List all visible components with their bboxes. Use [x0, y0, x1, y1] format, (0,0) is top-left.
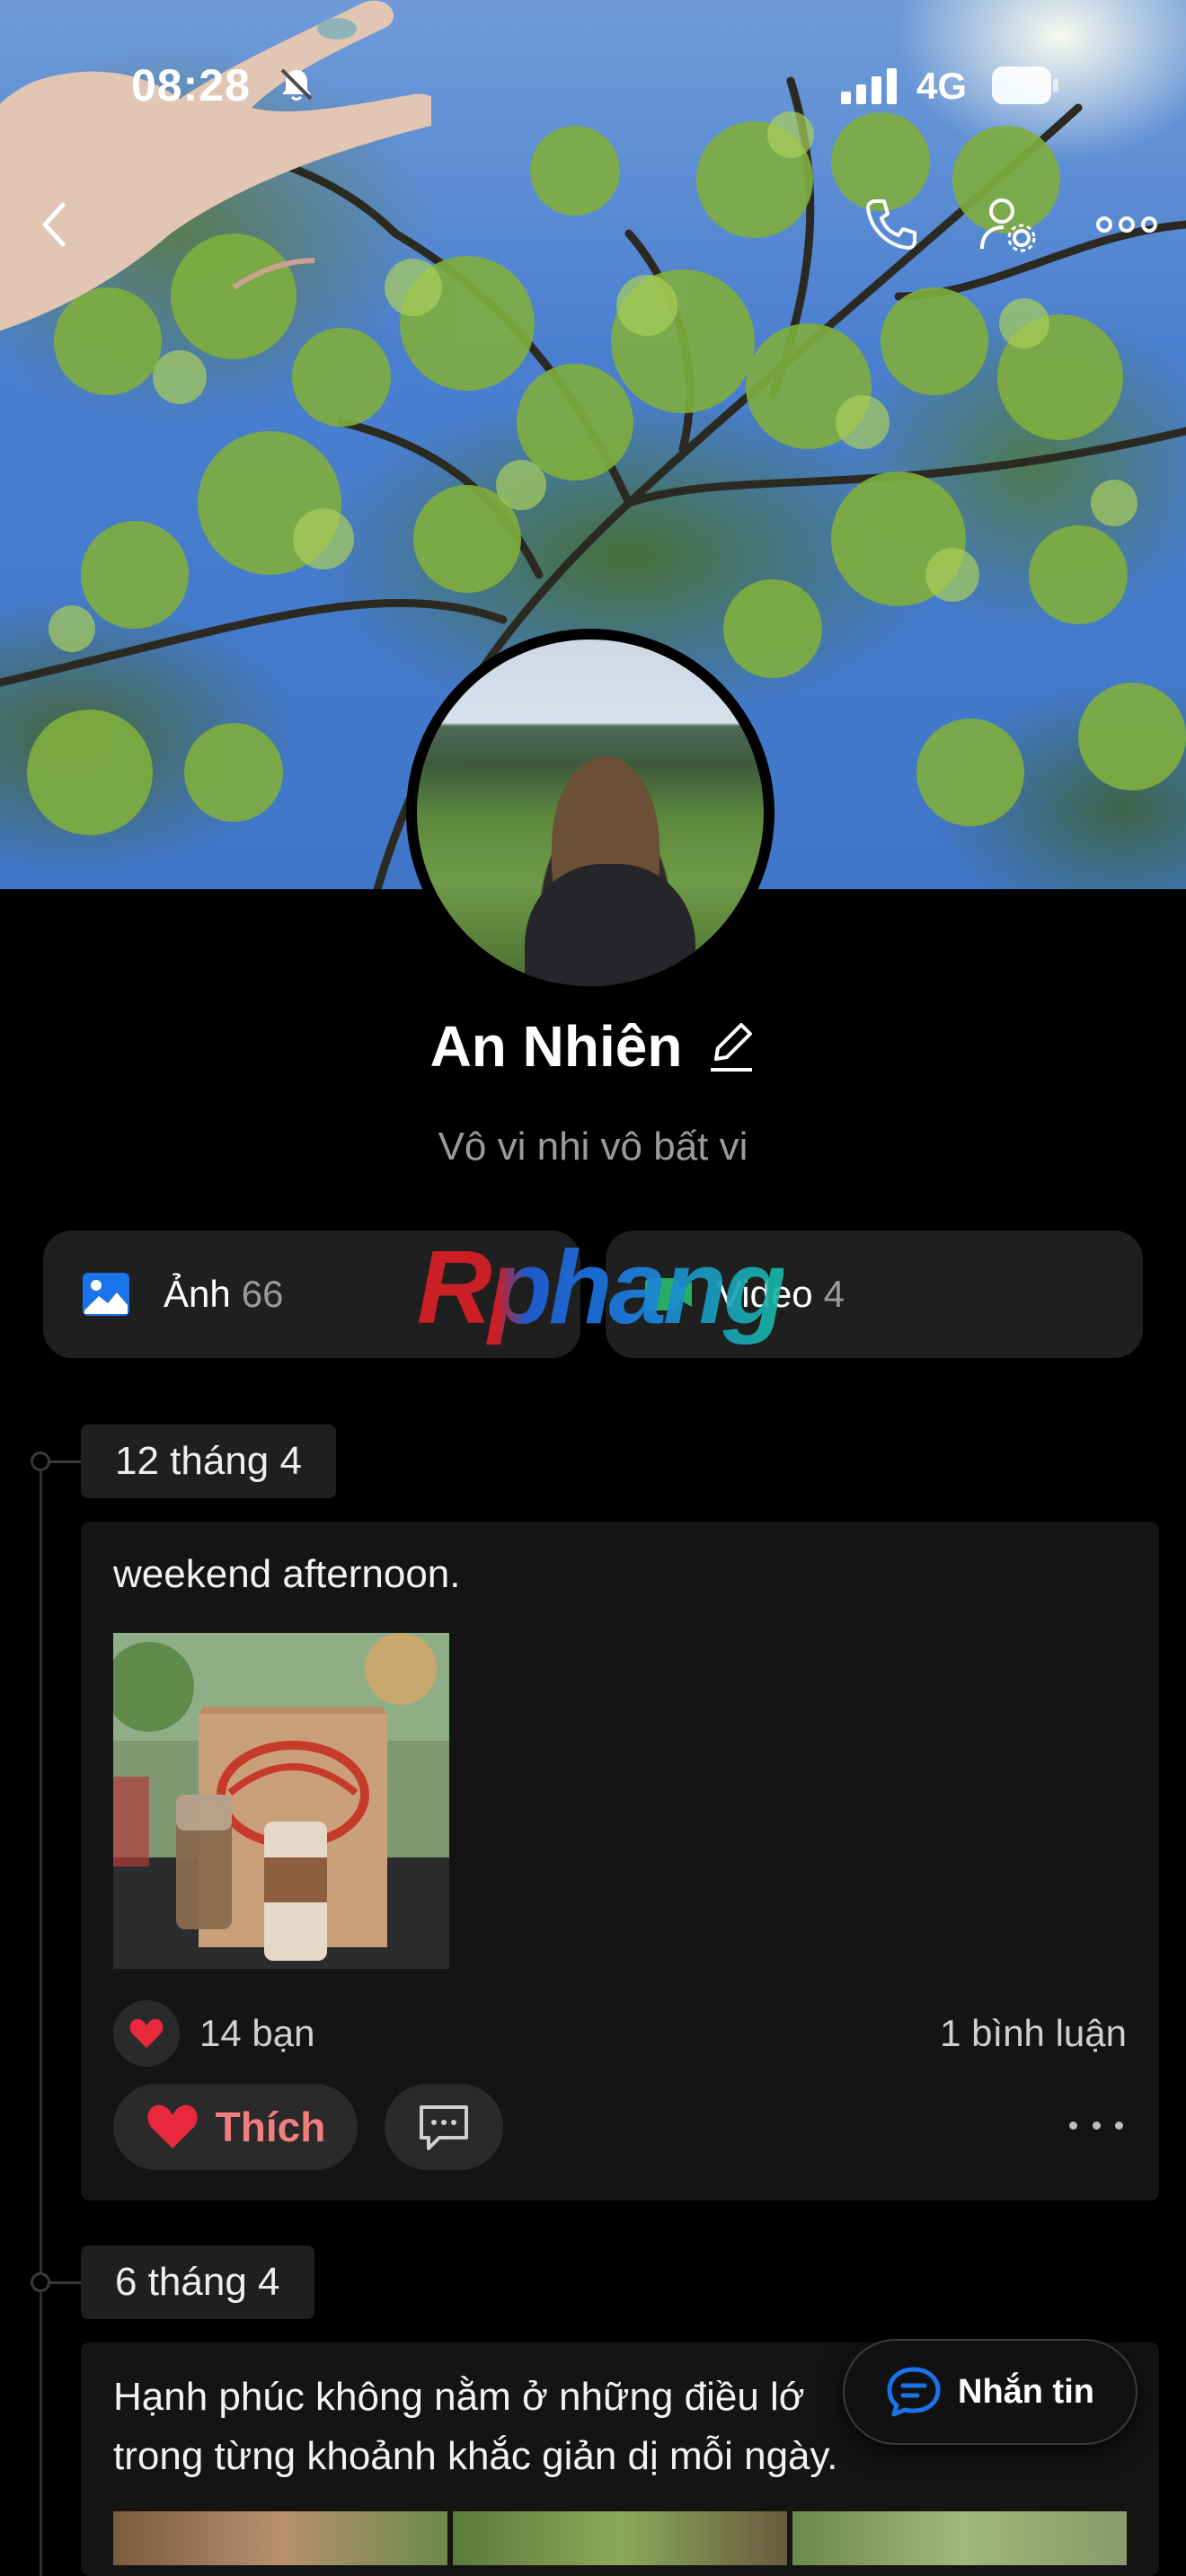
dot [1092, 2121, 1101, 2130]
photos-label: Ảnh [164, 1273, 231, 1315]
more-options-button[interactable] [1091, 189, 1163, 260]
chevron-left-icon [42, 202, 66, 247]
user-settings-icon [980, 198, 1036, 252]
profile-name: An Nhiên [429, 1014, 683, 1079]
edit-pencil-icon[interactable] [705, 1019, 756, 1073]
status-time: 08:28 [131, 60, 251, 110]
post-photo[interactable] [792, 2511, 1127, 2565]
status-bar: 08:28 4G [0, 0, 1186, 171]
timeline-dot [31, 1451, 50, 1471]
bell-muted-icon [280, 68, 313, 101]
profile-name-row: An Nhiên [0, 1013, 1186, 1080]
photos-count: 66 [241, 1273, 284, 1315]
like-button[interactable]: Thích [113, 2084, 358, 2170]
photo-gallery-icon [83, 1273, 129, 1316]
heart-icon [129, 2018, 164, 2048]
post-text-line: trong từng khoảnh khắc giản dị mỗi ngày. [113, 2434, 838, 2478]
post-photo[interactable] [453, 2511, 787, 2565]
message-button[interactable]: Nhắn tin [843, 2339, 1137, 2445]
chat-bubble-icon [887, 2367, 941, 2417]
cellular-signal-icon [841, 68, 897, 104]
profile-bio: Vô vi nhi vô bất vi [438, 1125, 748, 1169]
post-more-button[interactable] [1069, 2107, 1123, 2143]
profile-settings-button[interactable] [972, 189, 1044, 260]
avatar-photo [417, 640, 764, 986]
back-button[interactable] [18, 189, 90, 260]
watermark-logo: Rphang [417, 1229, 787, 1345]
timeline-dot [31, 2272, 50, 2292]
comment-button[interactable] [385, 2084, 503, 2170]
avatar-figure [525, 864, 695, 986]
reaction-summary: 14 bạn 1 bình luận [113, 1998, 1127, 2069]
comment-bubble-icon [420, 2105, 468, 2150]
dot [1069, 2121, 1077, 2130]
post-text: weekend afternoon. [113, 1552, 461, 1596]
comment-count[interactable]: 1 bình luận [940, 2012, 1127, 2055]
profile-avatar[interactable] [406, 629, 774, 997]
videos-count: 4 [823, 1273, 845, 1315]
like-label: Thích [215, 2104, 326, 2150]
timeline-line [40, 1460, 42, 2576]
heart-badge [113, 2000, 180, 2067]
message-label: Nhắn tin [958, 2372, 1094, 2411]
post-photo[interactable] [113, 2511, 447, 2565]
battery-icon [992, 66, 1058, 104]
post-photo[interactable] [113, 1633, 449, 1969]
network-type: 4G [916, 65, 968, 107]
heart-icon [147, 2104, 198, 2148]
dot [1115, 2121, 1123, 2130]
call-button[interactable] [855, 189, 927, 260]
post-card[interactable]: weekend afternoon. 14 bạn 1 bình luận Th… [81, 1522, 1159, 2201]
post-photo-image [113, 1633, 449, 1969]
post-text-line: Hạnh phúc không nằm ở những điều lớ [113, 2375, 805, 2419]
post-date-chip: 12 tháng 4 [81, 1425, 336, 1498]
reaction-count[interactable]: 14 bạn [199, 2012, 314, 2055]
post-date-chip: 6 tháng 4 [81, 2245, 314, 2319]
phone-icon [866, 199, 916, 250]
more-horizontal-icon [1096, 216, 1157, 233]
